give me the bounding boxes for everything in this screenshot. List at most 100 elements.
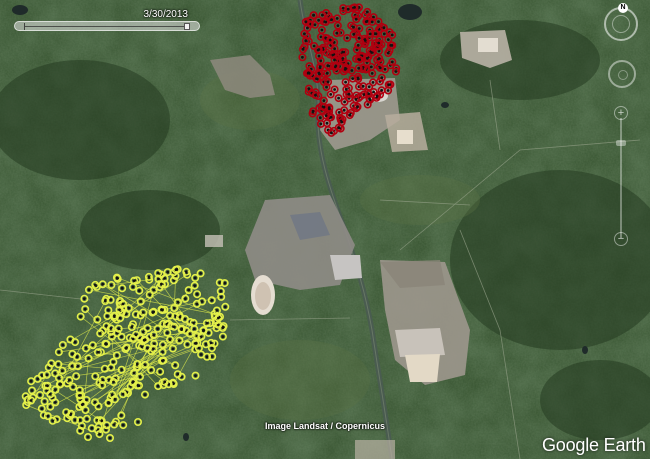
yellow-placemark-center xyxy=(136,420,140,424)
yellow-placemark-center xyxy=(75,355,79,359)
yellow-placemark-center xyxy=(117,327,121,331)
red-placemark-center xyxy=(367,85,371,89)
yellow-placemark-center xyxy=(83,307,87,311)
red-placemark-center xyxy=(377,57,381,60)
time-slider-handle[interactable] xyxy=(184,23,190,30)
yellow-placemark-center xyxy=(121,423,125,427)
red-placemark-center xyxy=(351,77,355,80)
yellow-placemark-center xyxy=(156,327,160,331)
red-placemark-center xyxy=(346,7,350,11)
red-placemark-center xyxy=(315,77,318,81)
time-slider-track[interactable] xyxy=(14,21,200,31)
yellow-placemark-center xyxy=(183,317,187,321)
yellow-placemark-center xyxy=(120,368,123,372)
red-placemark-center xyxy=(307,87,311,90)
yellow-placemark-center xyxy=(64,410,68,414)
yellow-placemark-center xyxy=(46,414,50,418)
red-placemark-center xyxy=(368,32,372,36)
yellow-placemark-center xyxy=(146,326,150,330)
red-placemark-center xyxy=(357,27,361,30)
red-placemark-center xyxy=(304,39,308,43)
red-placemark-center xyxy=(386,89,390,92)
yellow-placemark-center xyxy=(149,368,153,372)
red-placemark-center xyxy=(366,103,370,106)
red-placemark-center xyxy=(344,80,347,84)
yellow-placemark-center xyxy=(48,392,52,396)
yellow-placemark-center xyxy=(103,299,107,303)
yellow-placemark-center xyxy=(93,283,97,287)
red-placemark-center xyxy=(387,83,391,87)
compass-ring xyxy=(612,15,630,33)
yellow-placemark-center xyxy=(210,298,214,302)
red-placemark-center xyxy=(370,72,374,75)
yellow-placemark-center xyxy=(195,292,199,296)
yellow-placemark-center xyxy=(109,298,112,302)
yellow-placemark-center xyxy=(130,325,134,329)
red-placemark-center xyxy=(365,10,369,14)
yellow-placemark-center xyxy=(210,355,214,358)
yellow-placemark-center xyxy=(105,342,108,346)
zoom-slider-knob[interactable] xyxy=(616,140,626,146)
compass-north-label[interactable]: N xyxy=(618,3,628,13)
red-placemark-center xyxy=(301,55,304,59)
compass-icon[interactable]: N xyxy=(604,3,638,41)
zoom-out-button[interactable]: − xyxy=(614,232,628,246)
red-placemark-center xyxy=(341,50,345,54)
yellow-placemark-center xyxy=(103,367,107,371)
yellow-placemark-center xyxy=(137,289,141,293)
yellow-placemark-center xyxy=(178,339,181,342)
yellow-placemark-center xyxy=(59,382,62,386)
yellow-placemark-center xyxy=(78,394,81,397)
yellow-placemark-center xyxy=(209,341,213,345)
yellow-placemark-center xyxy=(193,284,197,287)
yellow-placemark-center xyxy=(118,308,121,312)
yellow-placemark-center xyxy=(46,384,49,388)
yellow-placemark-center xyxy=(157,277,160,281)
yellow-placemark-center xyxy=(152,288,156,292)
yellow-placemark-center xyxy=(160,282,163,286)
yellow-placemark-center xyxy=(176,300,180,304)
red-placemark-center xyxy=(347,92,351,96)
yellow-placemark-center xyxy=(152,310,156,314)
yellow-placemark-center xyxy=(91,343,95,347)
yellow-placemark-center xyxy=(215,309,219,312)
red-placemark-center xyxy=(325,71,329,75)
red-placemark-center xyxy=(356,77,360,81)
yellow-placemark-center xyxy=(205,321,209,325)
yellow-placemark-center xyxy=(48,405,52,409)
google-earth-view[interactable]: 3/30/2013 N + − Image Landsat / Copernic… xyxy=(0,0,650,459)
yellow-placemark-center xyxy=(200,335,203,338)
yellow-placemark-center xyxy=(29,399,33,402)
zoom-in-button[interactable]: + xyxy=(614,106,628,120)
red-placemark-center xyxy=(377,20,380,23)
zoom-slider-track[interactable] xyxy=(620,118,622,238)
red-placemark-center xyxy=(318,66,322,69)
red-placemark-center xyxy=(389,44,393,47)
red-placemark-center xyxy=(394,70,398,73)
red-placemark-center xyxy=(327,107,331,111)
red-placemark-center xyxy=(371,81,375,84)
yellow-placemark-center xyxy=(152,347,155,351)
yellow-placemark-center xyxy=(217,316,220,320)
satellite-map[interactable] xyxy=(0,0,650,459)
red-placemark-center xyxy=(322,99,326,102)
red-placemark-center xyxy=(342,108,346,112)
red-placemark-center xyxy=(341,57,345,60)
yellow-placemark-center xyxy=(100,419,104,423)
yellow-placemark-center xyxy=(105,423,109,427)
red-placemark-center xyxy=(386,38,390,41)
red-placemark-center xyxy=(369,65,373,69)
red-placemark-center xyxy=(321,13,324,17)
yellow-placemark-center xyxy=(112,360,115,364)
red-placemark-center xyxy=(333,88,336,91)
yellow-placemark-center xyxy=(178,315,182,319)
red-placemark-center xyxy=(317,54,321,58)
look-joystick-icon[interactable] xyxy=(608,60,636,88)
yellow-placemark-center xyxy=(168,314,172,317)
red-placemark-center xyxy=(312,13,315,17)
red-placemark-center xyxy=(319,122,323,126)
red-placemark-center xyxy=(370,51,373,54)
red-placemark-center xyxy=(374,32,378,36)
yellow-placemark-center xyxy=(120,335,123,339)
time-slider[interactable]: 3/30/2013 xyxy=(14,9,200,36)
